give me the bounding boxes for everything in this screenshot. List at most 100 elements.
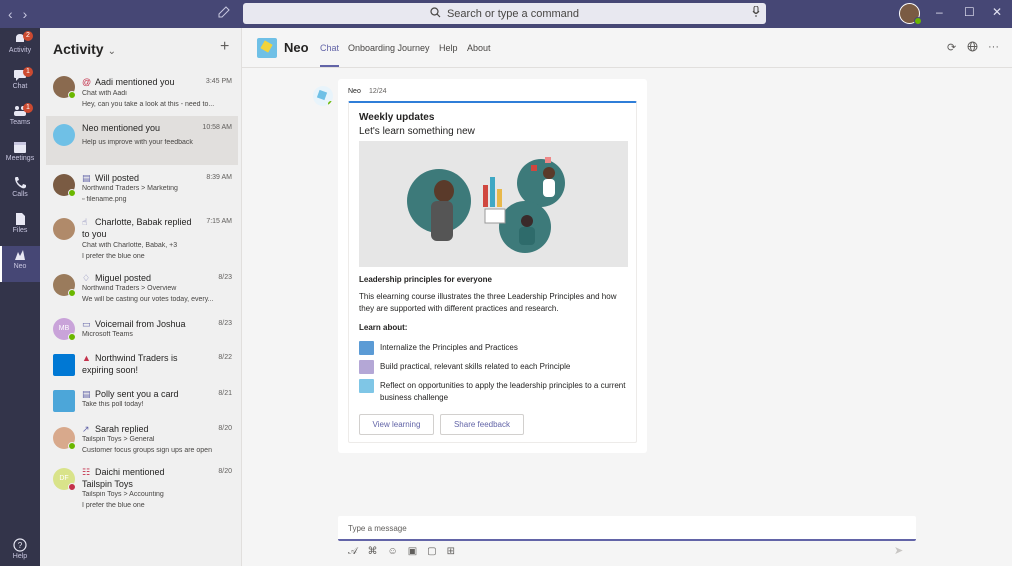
- rail-label: Neo: [13, 263, 27, 270]
- message-sender: Neo: [348, 88, 361, 95]
- rail-item-teams[interactable]: Teams 1: [0, 102, 40, 138]
- rail-item-chat[interactable]: Chat 1: [0, 66, 40, 102]
- feed-item[interactable]: @ Aadi mentioned you 3:45 PM Chat with Aa…: [46, 72, 238, 112]
- feed-item-title: ☷ Daichi mentioned: [82, 466, 165, 478]
- feed-time: 7:15 AM: [206, 218, 232, 225]
- search-placeholder: Search or type a command: [446, 7, 580, 20]
- notification-badge: 1: [23, 103, 33, 113]
- rail-item-meetings[interactable]: Meetings: [0, 138, 40, 174]
- neo-avatar: [53, 124, 75, 146]
- apps-icon[interactable]: ⊞: [447, 546, 455, 557]
- add-icon[interactable]: +: [220, 38, 229, 56]
- activity-title-text: Activity: [53, 41, 104, 57]
- emoji-icon[interactable]: ☺: [387, 546, 397, 557]
- message-input[interactable]: Type a message: [338, 516, 916, 541]
- feed-title-text: Northwind Traders is: [95, 353, 178, 363]
- feed-item[interactable]: ▲ Northwind Traders is expiring soon! 8/2…: [46, 350, 238, 380]
- presence-available-icon: [68, 289, 76, 297]
- tab-about[interactable]: About: [467, 43, 491, 53]
- feed-line: Microsoft Teams: [82, 331, 133, 338]
- chevron-right-icon[interactable]: ›: [23, 6, 28, 22]
- feed-time: 8/22: [218, 354, 232, 361]
- feed-title-text: Aadi mentioned you: [95, 77, 175, 87]
- sticker-icon[interactable]: ▢: [427, 546, 436, 557]
- topic-icon: [359, 341, 374, 355]
- presence-available-icon: [68, 333, 76, 341]
- profile-avatar[interactable]: [899, 3, 922, 25]
- maximize-icon[interactable]: ☐: [964, 5, 975, 19]
- refresh-icon[interactable]: ⟳: [947, 41, 956, 54]
- feed-time: 8/20: [218, 468, 232, 475]
- warning-icon: ▲: [82, 353, 91, 363]
- format-icon[interactable]: 𝒜: [348, 546, 357, 557]
- feed-line: Chat with Charlotte, Babak, +3: [82, 242, 178, 249]
- message-date: 12/24: [369, 88, 387, 95]
- feed-item[interactable]: ↗ Sarah replied 8/20 Tailspin Toys > Gene…: [46, 421, 238, 461]
- rail-item-help[interactable]: ? Help: [0, 536, 40, 566]
- app-name: Neo: [284, 40, 309, 55]
- send-icon[interactable]: ➤: [894, 544, 903, 557]
- compose-icon[interactable]: [218, 6, 232, 20]
- history-nav: ‹ ›: [0, 6, 40, 22]
- message-bubble: Neo 12/24 Weekly updates Let's learn som…: [338, 79, 647, 453]
- gif-icon[interactable]: ▣: [408, 546, 417, 557]
- feed-item[interactable]: ▤ Will posted 8:39 AM Northwind Traders >…: [46, 168, 238, 208]
- rail-item-calls[interactable]: Calls: [0, 174, 40, 210]
- rail-item-neo[interactable]: Neo: [0, 246, 40, 282]
- feed-item-title: ▤ Polly sent you a card: [82, 388, 179, 400]
- tab-help[interactable]: Help: [439, 43, 458, 53]
- share-feedback-button[interactable]: Share feedback: [440, 414, 524, 435]
- minimize-icon[interactable]: –: [936, 5, 943, 19]
- more-options-icon[interactable]: ···: [988, 41, 999, 53]
- feed-title-text: Miguel posted: [95, 273, 152, 283]
- rail-item-files[interactable]: Files: [0, 210, 40, 246]
- feed-line: Tailspin Toys > Accounting: [82, 491, 164, 498]
- feed-line: We will be casting our votes today, ever…: [82, 296, 214, 303]
- microphone-icon[interactable]: [752, 5, 760, 21]
- feed-item[interactable]: Neo mentioned you 10:58 AM Help us impro…: [46, 116, 238, 165]
- presence-available-icon: [328, 101, 333, 106]
- team-mention-icon: ☷: [82, 467, 91, 477]
- adaptive-card: Weekly updates Let's learn something new: [348, 101, 637, 443]
- feed-item[interactable]: ☝ Charlotte, Babak replied to you 7:15 AM…: [46, 212, 238, 264]
- tab-chat[interactable]: Chat: [320, 43, 340, 67]
- tab-onboarding-journey[interactable]: Onboarding Journey: [348, 43, 430, 53]
- section-title: Leadership principles for everyone: [359, 275, 492, 284]
- at-mention-icon: @: [82, 77, 92, 87]
- topic-icon: [359, 360, 374, 374]
- like-icon: ☝: [82, 217, 88, 227]
- attach-icon[interactable]: ⌘: [367, 546, 377, 557]
- close-icon[interactable]: ✕: [992, 5, 1002, 19]
- feed-time: 8/23: [218, 320, 232, 327]
- search-icon: [430, 6, 441, 21]
- activity-title[interactable]: Activity ⌄: [53, 41, 116, 57]
- chevron-left-icon[interactable]: ‹: [8, 6, 13, 22]
- feed-title-text: Daichi mentioned: [95, 467, 165, 477]
- neo-icon: [13, 248, 27, 262]
- rail-item-activity[interactable]: Activity 2: [0, 30, 40, 66]
- rail-label: Calls: [12, 191, 28, 198]
- card-body: This elearning course illustrates the th…: [359, 292, 617, 313]
- learn-item-text: Reflect on opportunities to apply the le…: [380, 381, 626, 402]
- feed-item[interactable]: ♢ Miguel posted 8/23 Northwind Traders > …: [46, 268, 238, 308]
- feed-line: Tailspin Toys > General: [82, 436, 155, 443]
- lightbulb-icon: ♢: [82, 273, 91, 283]
- app-header: Neo Chat Onboarding Journey Help About ⟳…: [242, 28, 1012, 68]
- card-icon: ▤: [82, 389, 91, 399]
- feed-line: Northwind Traders > Marketing: [82, 185, 178, 192]
- feed-item[interactable]: DF ☷ Daichi mentioned Tailspin Toys 8/20 …: [46, 464, 238, 516]
- search-box[interactable]: Search or type a command: [243, 3, 766, 24]
- view-learning-button[interactable]: View learning: [359, 414, 434, 435]
- feed-item-title: ▲ Northwind Traders is: [82, 352, 178, 364]
- feed-item[interactable]: MB ▭ Voicemail from Joshua 8/23 Microsoft…: [46, 314, 238, 344]
- rail-label: Help: [12, 553, 28, 560]
- calendar-icon: [13, 140, 27, 154]
- feed-item-title-line2: expiring soon!: [82, 365, 139, 375]
- rail-label: Teams: [9, 119, 31, 126]
- globe-icon[interactable]: [967, 41, 978, 55]
- trending-icon: ↗: [82, 424, 90, 434]
- feed-title-text: Charlotte, Babak replied: [95, 217, 192, 227]
- card-heading: Weekly updates: [359, 112, 435, 123]
- feed-item[interactable]: ▤ Polly sent you a card 8/21 Take this po…: [46, 386, 238, 416]
- feed-line: Take this poll today!: [82, 401, 144, 408]
